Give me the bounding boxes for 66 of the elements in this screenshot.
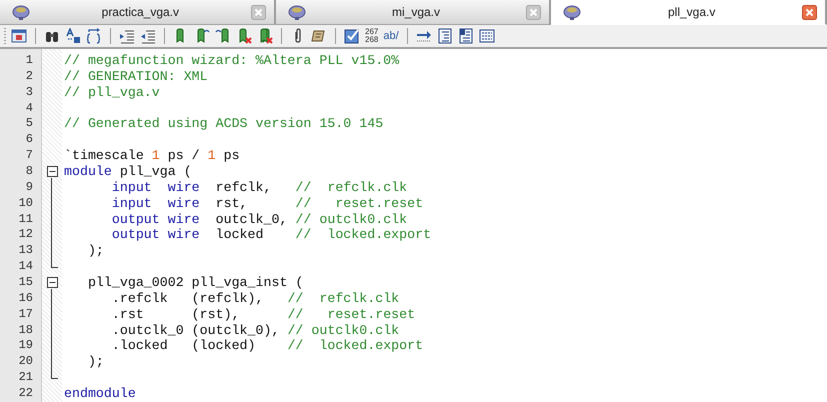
line-number: 7 (24, 148, 34, 164)
code-line: .outclk_0 (outclk_0), // outclk0.clk (110, 322, 400, 338)
code-line: output wire locked // locked.export (110, 227, 432, 242)
replace-icon[interactable] (65, 28, 81, 44)
file-tab[interactable]: pll_vga.v (551, 0, 827, 25)
line-number: 11 (18, 212, 34, 228)
file-type-icon (288, 4, 306, 20)
braces-icon[interactable] (86, 28, 102, 44)
file-type-icon (563, 4, 582, 20)
line-number-label[interactable]: 267 268 (365, 28, 378, 44)
line-number: 21 (18, 370, 34, 386)
scroll-icon[interactable] (311, 28, 327, 44)
line-number: 19 (18, 338, 34, 354)
code-line: .locked (locked) // locked.export (110, 338, 424, 354)
line-number: 5 (24, 116, 34, 132)
code-line: `timescale 1 ps / 1 ps (64, 148, 240, 164)
file-tab[interactable]: practica_vga.v (0, 0, 276, 25)
code-line: .refclk (refclk), // refclk.clk (110, 290, 400, 306)
code-line: .rst (rst), // reset.reset (110, 306, 416, 322)
code-line: // megafunction wizard: %Altera PLL v15.0% (64, 53, 400, 68)
collapse-icon[interactable] (46, 277, 58, 288)
document-icon[interactable] (478, 28, 495, 44)
line-number: 6 (24, 132, 34, 148)
line-number: 4 (24, 100, 34, 116)
code-line: // Generated using ACDS version 15.0 145 (64, 116, 384, 132)
line-number: 16 (18, 290, 34, 307)
code-line: input wire rst, // reset.reset (110, 196, 424, 211)
code-line: ); (86, 243, 104, 258)
line-number: 17 (18, 306, 34, 323)
bookmark-arrow-icon[interactable] (215, 28, 231, 44)
code-line: module pll_vga ( (64, 164, 192, 180)
line-number: 20 (18, 354, 34, 370)
tab-label: practica_vga.v (100, 5, 180, 19)
tab-label: mi_vga.v (390, 5, 442, 19)
code-line: input wire refclk, // refclk.clk (110, 180, 408, 195)
code-line: ); (86, 354, 104, 370)
document-icon[interactable] (458, 28, 474, 44)
checkmark-icon[interactable] (344, 28, 360, 44)
line-number: 18 (18, 322, 34, 338)
indent-icon[interactable] (119, 28, 135, 44)
line-number: 22 (18, 386, 34, 402)
text-format-label[interactable]: ab/ (383, 30, 399, 42)
code-line: // pll_vga.v (64, 84, 160, 100)
line-number: 13 (18, 243, 34, 260)
file-type-icon (12, 4, 30, 20)
code-line: // GENERATION: XML (64, 68, 208, 84)
line-number: 14 (18, 259, 34, 276)
document-icon[interactable] (436, 28, 453, 44)
collapse-icon[interactable] (46, 166, 58, 178)
close-icon[interactable] (802, 4, 818, 20)
line-number: 15 (18, 275, 34, 291)
line-number: 1 (24, 53, 34, 69)
line-number: 8 (24, 164, 34, 180)
code-line: endmodule (64, 386, 136, 402)
line-number: 12 (18, 227, 34, 244)
code-line: pll_vga_0002 pll_vga_inst ( (86, 275, 304, 290)
file-tab[interactable]: mi_vga.v (276, 0, 552, 25)
arrow-icon[interactable] (416, 28, 432, 44)
code-line: output wire outclk_0, // outclk0.clk (110, 212, 408, 227)
line-number: 2 (24, 68, 34, 85)
line-number: 9 (24, 180, 34, 196)
tab-label: pll_vga.v (666, 5, 716, 19)
line-number: 10 (18, 196, 34, 212)
outdent-icon[interactable] (140, 28, 156, 44)
line-number: 3 (24, 84, 34, 101)
window-icon[interactable] (11, 28, 27, 44)
